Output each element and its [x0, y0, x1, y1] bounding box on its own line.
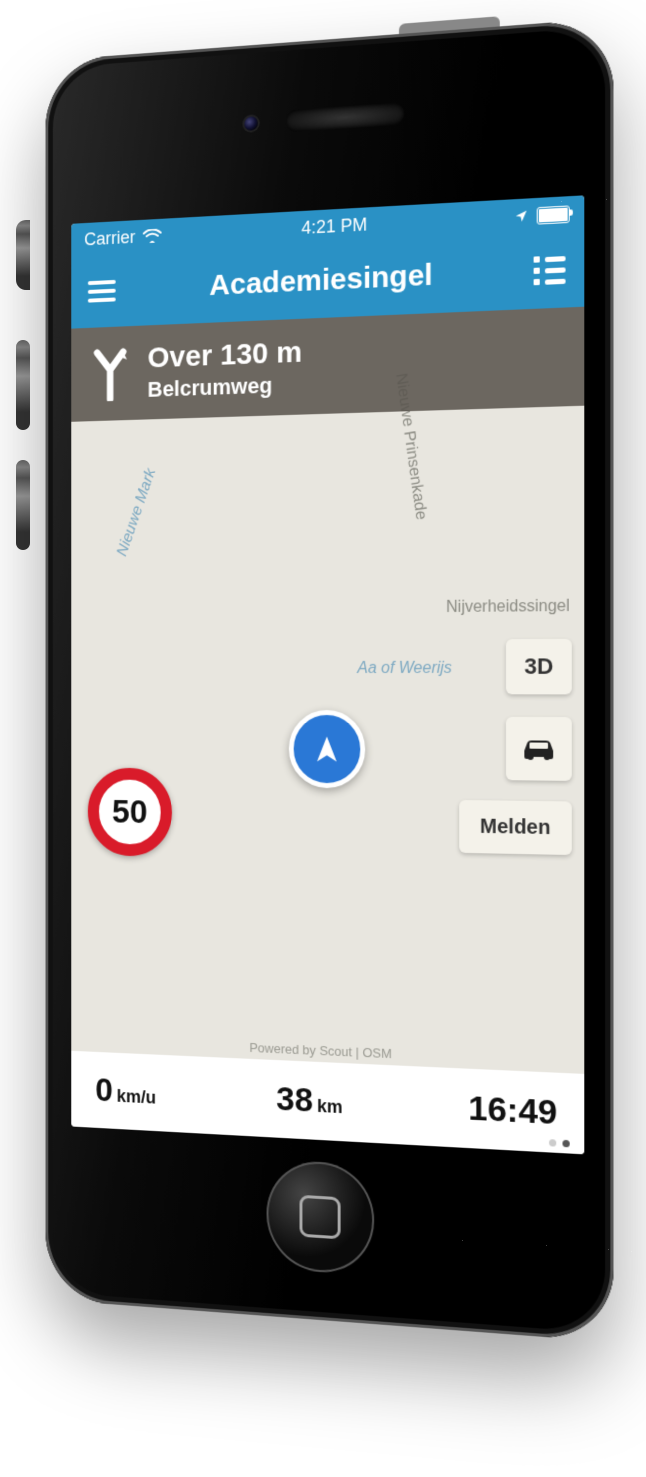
route-list-button[interactable]	[534, 255, 566, 285]
app-screen: Nieuwe Mark Nieuwe Prinsenkade Nijverhei…	[71, 195, 584, 1154]
current-road-title: Academiesingel	[209, 258, 432, 303]
page-indicator	[549, 1139, 570, 1147]
speed-limit-sign: 50	[88, 768, 172, 857]
home-button[interactable]	[267, 1159, 375, 1276]
navigation-arrow-icon	[312, 734, 341, 764]
current-speed: 0 km/u	[95, 1071, 156, 1112]
turn-distance: Over 130 m	[148, 336, 303, 376]
vehicle-mode-button[interactable]	[506, 717, 572, 781]
eta: 16:49	[468, 1089, 557, 1133]
wifi-icon	[143, 229, 162, 244]
phone-frame: Nieuwe Mark Nieuwe Prinsenkade Nijverhei…	[46, 18, 614, 1342]
menu-button[interactable]	[88, 280, 116, 303]
view-3d-button[interactable]: 3D	[506, 639, 572, 695]
map-attribution: Powered by Scout | OSM	[249, 1040, 392, 1061]
clock: 4:21 PM	[301, 214, 367, 239]
current-position-marker	[289, 710, 365, 789]
battery-icon	[537, 205, 570, 224]
volume-up-button	[16, 340, 30, 430]
location-icon	[514, 209, 528, 224]
mute-switch	[16, 220, 30, 290]
remaining-distance: 38 km	[276, 1079, 342, 1121]
front-camera	[242, 114, 259, 133]
turn-road: Belcrumweg	[148, 372, 303, 403]
earpiece-speaker	[286, 102, 404, 132]
map-label-river: Aa of Weerijs	[357, 660, 452, 678]
carrier-label: Carrier	[84, 227, 135, 250]
report-button[interactable]: Melden	[459, 800, 572, 855]
fork-right-icon	[90, 346, 131, 402]
volume-down-button	[16, 460, 30, 550]
car-icon	[520, 736, 557, 761]
bottom-info-bar[interactable]: 0 km/u 38 km 16:49	[71, 1051, 584, 1155]
map-label-river: Nieuwe Mark	[114, 467, 160, 559]
map-label-road: Nijverheidssingel	[446, 598, 570, 617]
